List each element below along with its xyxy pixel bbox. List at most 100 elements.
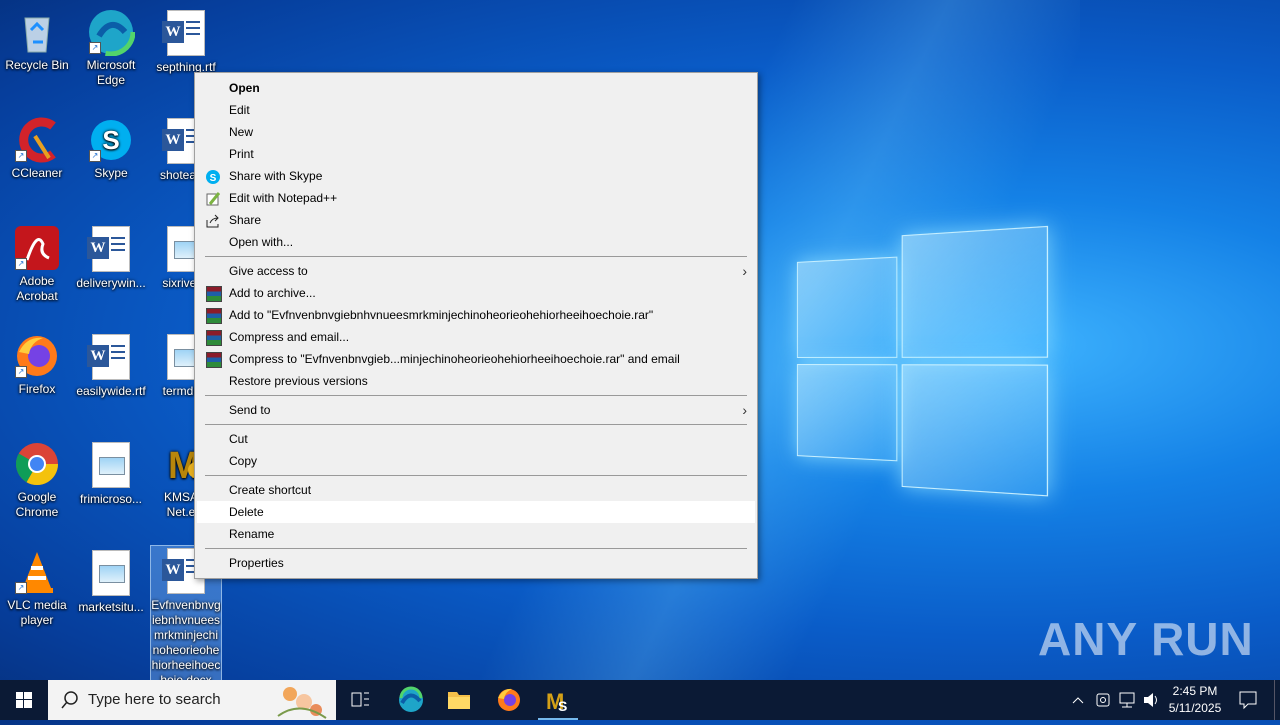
desktop-icon-google-chrome[interactable]: Google Chrome <box>1 440 73 520</box>
desktop-icon-ccleaner[interactable]: ↗ CCleaner <box>1 116 73 181</box>
desktop-icon-vlc[interactable]: ↗ VLC media player <box>1 548 73 628</box>
menu-item-label: Open <box>229 81 260 95</box>
defender-shield-icon <box>1096 693 1110 707</box>
desktop-icon-marketsitu[interactable]: marketsitu... <box>75 548 147 615</box>
menu-item-label: Add to "Evfnvenbnvgiebnhvnueesmrkminjech… <box>229 308 654 322</box>
menu-item-delete[interactable]: Delete <box>197 501 755 523</box>
clock-date: 5/11/2025 <box>1168 701 1222 715</box>
menu-item-label: Compress and email... <box>229 330 350 344</box>
menu-item-label: Send to <box>229 403 271 417</box>
desktop-icon-label: frimicroso... <box>79 492 142 506</box>
taskbar-search-box[interactable]: Type here to search <box>48 680 336 720</box>
menu-item-rename[interactable]: Rename <box>197 523 755 545</box>
menu-separator <box>205 548 747 549</box>
desktop-icon-firefox[interactable]: ↗ Firefox <box>1 332 73 397</box>
word-document-icon: W <box>162 10 210 58</box>
action-center-button[interactable] <box>1232 680 1264 720</box>
desktop-icon-septhing-rtf[interactable]: W septhing.rtf <box>150 8 222 75</box>
menu-item-give-access-to[interactable]: Give access to › <box>197 260 755 282</box>
desktop-icon-label: Google Chrome <box>15 490 59 519</box>
tray-security-icon-button[interactable] <box>1092 680 1114 720</box>
menu-item-share-with-skype[interactable]: S Share with Skype <box>197 165 755 187</box>
menu-item-new[interactable]: New <box>197 121 755 143</box>
taskbar-clock[interactable]: 2:45 PM 5/11/2025 <box>1158 683 1232 717</box>
desktop-icon-recycle-bin[interactable]: Recycle Bin <box>1 8 73 73</box>
adobe-acrobat-icon: ↗ <box>13 224 61 272</box>
context-menu: Open Edit New Print S Share with Skype E… <box>194 72 758 579</box>
kmsauto-icon: MS <box>546 689 567 714</box>
shortcut-arrow-icon: ↗ <box>89 42 101 54</box>
desktop-icon-deliverywin[interactable]: W deliverywin... <box>75 224 147 291</box>
menu-item-copy[interactable]: Copy <box>197 450 755 472</box>
start-button[interactable] <box>0 680 48 720</box>
chrome-icon <box>13 440 61 488</box>
clock-time: 2:45 PM <box>1172 684 1218 698</box>
skype-icon: S <box>206 169 220 184</box>
svg-text:S: S <box>102 125 119 155</box>
menu-item-label: Share with Skype <box>229 169 323 183</box>
desktop-icon-edge[interactable]: ↗ Microsoft Edge <box>75 7 147 88</box>
menu-item-add-to-archive[interactable]: Add to archive... <box>197 282 755 304</box>
menu-item-label: Open with... <box>229 235 294 249</box>
menu-item-restore-previous-versions[interactable]: Restore previous versions <box>197 370 755 392</box>
desktop-icon-label: Skype <box>94 166 128 180</box>
menu-item-edit[interactable]: Edit <box>197 99 755 121</box>
winrar-icon <box>206 352 222 368</box>
show-hidden-icons-button[interactable] <box>1068 680 1088 720</box>
menu-item-properties[interactable]: Properties <box>197 552 755 574</box>
svg-text:S: S <box>210 173 217 184</box>
desktop-icon-label: Adobe Acrobat <box>16 274 58 303</box>
taskbar-kmsauto-button[interactable]: MS <box>534 680 582 720</box>
menu-item-share[interactable]: Share <box>197 209 755 231</box>
desktop-icon-easilywide-rtf[interactable]: W easilywide.rtf <box>75 332 147 399</box>
menu-item-compress-to-rar-and-email[interactable]: Compress to "Evfnvenbnvgieb...minjechino… <box>197 348 755 370</box>
desktop-icon-adobe-acrobat[interactable]: ↗ Adobe Acrobat <box>1 224 73 304</box>
menu-item-add-to-rar[interactable]: Add to "Evfnvenbnvgiebnhvnueesmrkminjech… <box>197 304 755 326</box>
folder-icon <box>448 692 470 709</box>
task-view-button[interactable] <box>336 680 384 720</box>
windows-wallpaper-logo <box>795 223 1049 497</box>
desktop-icon-frimicroso[interactable]: frimicroso... <box>75 440 147 507</box>
menu-item-create-shortcut[interactable]: Create shortcut <box>197 479 755 501</box>
image-file-icon <box>87 550 135 598</box>
task-view-icon <box>351 692 369 707</box>
firefox-icon <box>498 688 520 711</box>
menu-item-label: Edit <box>229 103 250 117</box>
menu-item-edit-with-notepadpp[interactable]: Edit with Notepad++ <box>197 187 755 209</box>
menu-item-cut[interactable]: Cut <box>197 428 755 450</box>
menu-item-send-to[interactable]: Send to › <box>197 399 755 421</box>
word-document-icon: W <box>87 226 135 274</box>
tray-network-button[interactable] <box>1116 680 1138 720</box>
menu-item-print[interactable]: Print <box>197 143 755 165</box>
menu-item-label: Rename <box>229 527 275 541</box>
taskbar-firefox-button[interactable] <box>485 680 533 720</box>
desktop-icon-skype[interactable]: S ↗ Skype <box>75 116 147 181</box>
desktop-icon-label: Evfnvenbnvgiebnhvnueesmrkminjechinoheori… <box>151 598 221 680</box>
menu-separator <box>205 424 747 425</box>
menu-item-label: Delete <box>229 505 264 519</box>
desktop-icon-label: Firefox <box>18 382 56 396</box>
shortcut-arrow-icon: ↗ <box>89 150 101 162</box>
menu-item-label: Print <box>229 147 254 161</box>
menu-separator <box>205 475 747 476</box>
menu-separator <box>205 256 747 257</box>
menu-item-label: Give access to <box>229 264 308 278</box>
winrar-icon <box>206 286 222 302</box>
anyrun-watermark: ANY RUN <box>1038 613 1254 665</box>
menu-item-label: Share <box>229 213 262 227</box>
taskbar-edge-button[interactable] <box>387 680 435 720</box>
menu-item-label: Create shortcut <box>229 483 312 497</box>
chevron-right-icon: › <box>742 402 747 418</box>
menu-item-label: Restore previous versions <box>229 374 368 388</box>
menu-item-open[interactable]: Open <box>197 77 755 99</box>
chevron-up-icon <box>1072 697 1084 704</box>
desktop-icon-label: CCleaner <box>11 166 63 180</box>
show-desktop-button[interactable] <box>1274 680 1280 720</box>
menu-item-open-with[interactable]: Open with... <box>197 231 755 253</box>
desktop-icon-label: VLC media player <box>7 598 67 627</box>
taskbar-file-explorer-button[interactable] <box>435 680 483 720</box>
menu-item-compress-and-email[interactable]: Compress and email... <box>197 326 755 348</box>
share-icon <box>206 213 220 228</box>
winrar-icon <box>206 308 222 324</box>
menu-item-label: Compress to "Evfnvenbnvgieb...minjechino… <box>229 352 680 366</box>
